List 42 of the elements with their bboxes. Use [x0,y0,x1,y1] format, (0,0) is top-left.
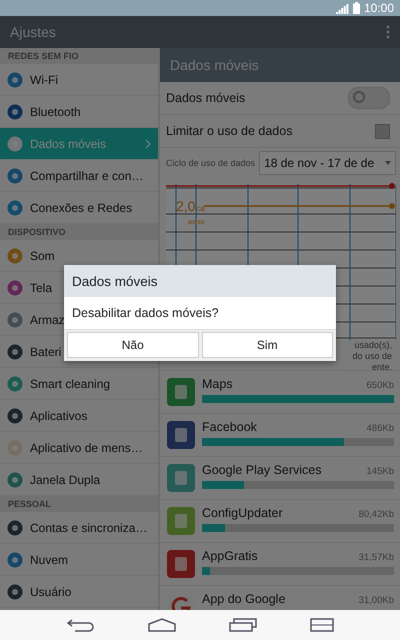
item-label: Bluetooth [30,104,81,118]
section-header: DISPOSITIVO [0,224,158,240]
item-label: Contas e sincroniza… [30,520,148,534]
usage-amount: 486Kb [366,423,394,434]
app-name: Facebook [202,420,257,434]
warning-value: 2,0 [176,198,196,214]
app-name: Google Play Services [202,463,322,477]
item-label: Nuvem [30,552,68,566]
app-name: ConfigUpdater [202,506,283,520]
app-name: Maps [202,377,233,391]
app-title: Ajustes [10,24,56,40]
usage-amount: 650Kb [366,380,394,391]
item-label: Tela [30,280,52,294]
usage-amount: 145Kb [366,466,394,477]
app-name: AppGratis [202,549,258,563]
item-label: Janela Dupla [30,472,100,486]
dialog-title: Dados móveis [64,265,336,297]
clock: 10:00 [364,1,394,15]
item-label: Wi-Fi [30,72,58,86]
item-label: Armaz [30,312,65,326]
item-label: Compartilhar e con… [30,168,144,182]
setting-label: Dados móveis [166,91,246,105]
section-header: REDES SEM FIO [0,48,158,64]
item-label: Dados móveis [30,136,106,150]
usage-amount: 31,00Kb [358,595,394,606]
note-text: ente. [372,362,392,372]
item-label: Usuário [30,584,72,598]
item-label: Smart cleaning [30,376,110,390]
note-text: do uso de [352,350,392,362]
note-text: usado(s), [354,340,392,350]
setting-label: Limitar o uso de dados [166,124,292,138]
section-header: PESSOAL [0,496,158,512]
item-label: Aplicativos [30,408,88,422]
panel-title: Dados móveis [160,48,400,82]
item-label: Bateri [30,344,62,358]
cycle-label: Ciclo de uso de dados [166,158,256,168]
item-label: Conexões e Redes [30,200,132,214]
item-label: Som [30,248,55,262]
usage-amount: 80,42Kb [358,509,394,520]
item-label: Aplicativo de mens… [30,440,143,454]
app-name: App do Google [202,592,286,606]
usage-amount: 31,57Kb [358,552,394,563]
